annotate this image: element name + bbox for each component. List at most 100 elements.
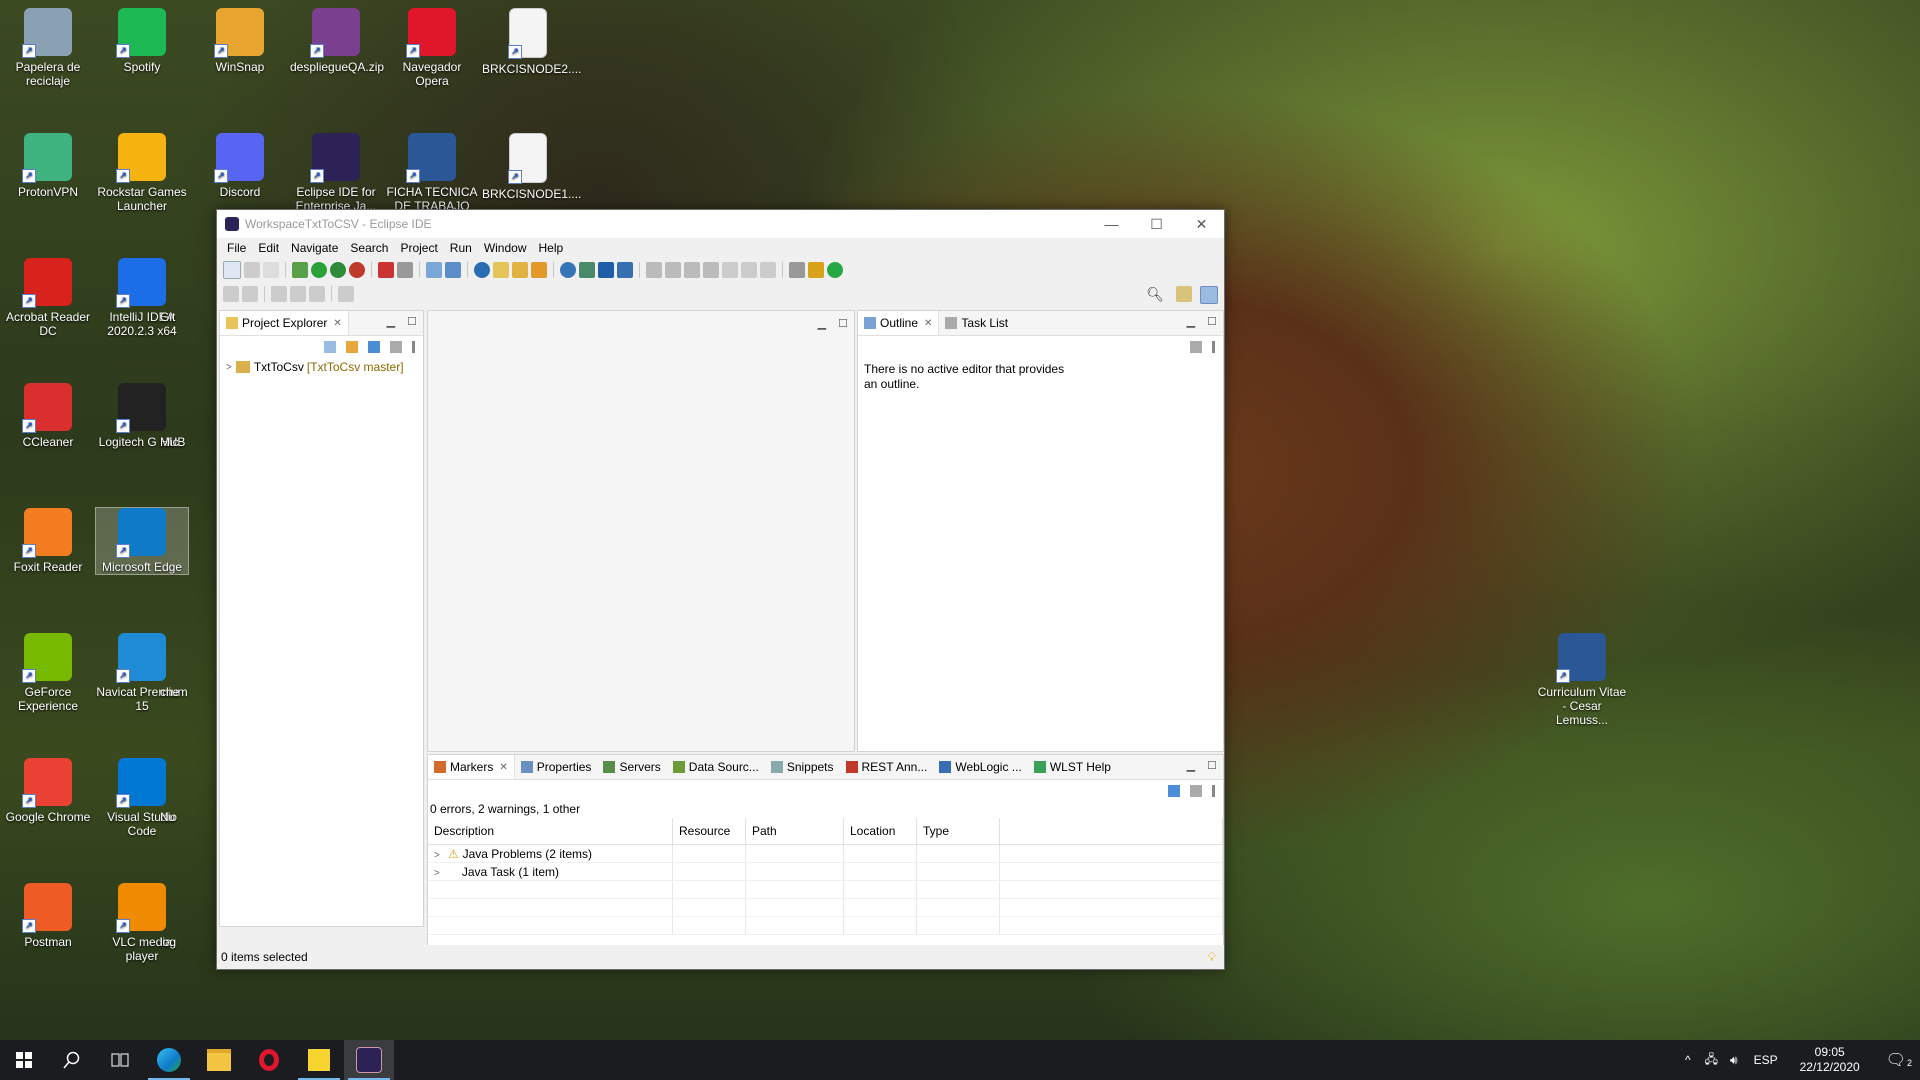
filter-icon[interactable] (1168, 785, 1180, 797)
language-indicator[interactable]: ESP (1744, 1053, 1788, 1067)
desktop-icon[interactable]: ↗ Microsoft Edge (95, 507, 189, 575)
tab-servers[interactable]: Servers (597, 755, 666, 779)
link-icon[interactable] (617, 262, 633, 278)
stop-icon[interactable] (378, 262, 394, 278)
menu-file[interactable]: File (221, 241, 252, 255)
step-over-icon[interactable] (741, 262, 757, 278)
open-task-icon[interactable] (512, 262, 528, 278)
chevron-right-icon[interactable]: > (434, 868, 440, 879)
column-header-type[interactable]: Type (916, 818, 1000, 845)
back-icon[interactable] (290, 286, 306, 302)
filter-icon[interactable] (368, 341, 380, 353)
tab-snippets[interactable]: Snippets (765, 755, 840, 779)
taskbar-edge[interactable] (144, 1040, 194, 1080)
desktop-icon[interactable]: ↗ Spotify (96, 8, 188, 74)
table-row[interactable]: > Java Task (1 item) (428, 862, 1223, 881)
column-header-description[interactable]: Description (428, 818, 673, 845)
tab-rest-ann[interactable]: REST Ann... (840, 755, 934, 779)
desktop-icon[interactable]: ↗ Navegador Opera (386, 8, 478, 88)
minimize-button[interactable]: — (1089, 210, 1134, 238)
close-icon[interactable]: ✕ (924, 318, 932, 329)
tab-data-sourc[interactable]: Data Sourc... (667, 755, 765, 779)
taskbar-sticky-notes[interactable] (294, 1040, 344, 1080)
column-header-location[interactable]: Location (843, 818, 917, 845)
minimize-icon[interactable]: ▁ (818, 317, 826, 330)
desktop-icon[interactable]: ↗ Eclipse IDE for Enterprise Ja... (290, 133, 382, 213)
menu-navigate[interactable]: Navigate (285, 241, 344, 255)
tree-item-project[interactable]: > TxtToCsv [TxtToCsv master] (220, 358, 423, 376)
maximize-icon[interactable]: ☐ (838, 317, 848, 330)
new-class-icon[interactable] (445, 262, 461, 278)
resume-icon[interactable] (646, 262, 662, 278)
step-into-icon[interactable] (722, 262, 738, 278)
desktop-icon[interactable]: log (160, 883, 200, 949)
link-editor-icon[interactable] (346, 341, 358, 353)
suspend-icon[interactable] (665, 262, 681, 278)
desktop-icon[interactable]: Nu (160, 758, 200, 824)
tab-markers[interactable]: Markers ✕ (428, 755, 515, 779)
start-button[interactable] (0, 1040, 48, 1080)
toggle-icon[interactable] (789, 262, 805, 278)
tab-properties[interactable]: Properties (515, 755, 598, 779)
desktop-icon[interactable]: ↗ WinSnap (194, 8, 286, 74)
tab-wlst-help[interactable]: WLST Help (1028, 755, 1117, 779)
next-annotation-icon[interactable] (223, 286, 239, 302)
new-icon[interactable] (223, 261, 241, 279)
run-icon[interactable] (311, 262, 327, 278)
tab-outline[interactable]: Outline ✕ (858, 311, 940, 335)
power-icon[interactable] (827, 262, 843, 278)
menu-search[interactable]: Search (344, 241, 394, 255)
maximize-button[interactable]: ☐ (1134, 210, 1179, 238)
desktop-icon[interactable]: ↗ Google Chrome (2, 758, 94, 824)
refresh-icon[interactable] (579, 262, 595, 278)
focus-icon[interactable] (1190, 341, 1202, 353)
tab-weblogic[interactable]: WebLogic ... (933, 755, 1027, 779)
desktop-icon[interactable]: ↗ Rockstar Games Launcher (96, 133, 188, 213)
column-header-path[interactable]: Path (745, 818, 844, 845)
view-menu-icon[interactable] (1212, 785, 1215, 797)
desktop-icon[interactable]: ↗ Acrobat Reader DC (2, 258, 94, 338)
desktop-icon[interactable]: ↗ BRKCISNODE2.... (482, 8, 581, 76)
terminate-icon[interactable] (684, 262, 700, 278)
menu-project[interactable]: Project (394, 241, 443, 255)
globe-icon[interactable] (560, 262, 576, 278)
menu-run[interactable]: Run (444, 241, 478, 255)
clock[interactable]: 09:05 22/12/2020 (1788, 1045, 1872, 1075)
new-java-project-icon[interactable] (426, 262, 442, 278)
table-row[interactable]: > ⚠ Java Problems (2 items) (428, 844, 1223, 863)
close-button[interactable]: ✕ (1179, 210, 1224, 238)
coverage-icon[interactable] (330, 262, 346, 278)
network-icon[interactable]: 🖧︎ (1699, 1050, 1724, 1071)
desktop-icon[interactable]: ↗ Curriculum Vitae - Cesar Lemuss... (1536, 633, 1628, 727)
maximize-icon[interactable]: ☐ (1207, 315, 1217, 328)
chevron-right-icon[interactable]: > (434, 850, 440, 861)
menu-help[interactable]: Help (533, 241, 570, 255)
lightbulb-icon[interactable]: 💡︎ (1208, 950, 1216, 965)
menu-edit[interactable]: Edit (252, 241, 285, 255)
focus-icon[interactable] (390, 341, 402, 353)
minimize-icon[interactable]: ▁ (1187, 759, 1195, 772)
last-edit-icon[interactable] (271, 286, 287, 302)
close-icon[interactable]: ✕ (499, 762, 507, 773)
save-icon[interactable] (244, 262, 260, 278)
desktop-icon[interactable]: ↗ Postman (2, 883, 94, 949)
taskbar-opera[interactable] (244, 1040, 294, 1080)
terminal-icon[interactable] (598, 262, 614, 278)
view-menu-icon[interactable] (412, 341, 415, 353)
save-all-icon[interactable] (263, 262, 279, 278)
step-return-icon[interactable] (760, 262, 776, 278)
open-perspective-icon[interactable] (1176, 286, 1192, 302)
desktop-icon[interactable]: Git (160, 258, 200, 324)
external-tools-icon[interactable] (349, 262, 365, 278)
search-button[interactable] (48, 1040, 96, 1080)
maximize-icon[interactable]: ☐ (407, 315, 417, 328)
chevron-right-icon[interactable]: > (226, 362, 232, 373)
notification-button[interactable]: 🗨︎ 2 (1872, 1050, 1920, 1070)
column-header-resource[interactable]: Resource (672, 818, 746, 845)
server-icon[interactable] (397, 262, 413, 278)
focus-icon[interactable] (1190, 785, 1202, 797)
disconnect-icon[interactable] (703, 262, 719, 278)
desktop-icon[interactable]: ↗ CCleaner (2, 383, 94, 449)
desktop-icon[interactable]: Mic (160, 383, 200, 449)
desktop-icon[interactable]: ↗ ProtonVPN (2, 133, 94, 199)
